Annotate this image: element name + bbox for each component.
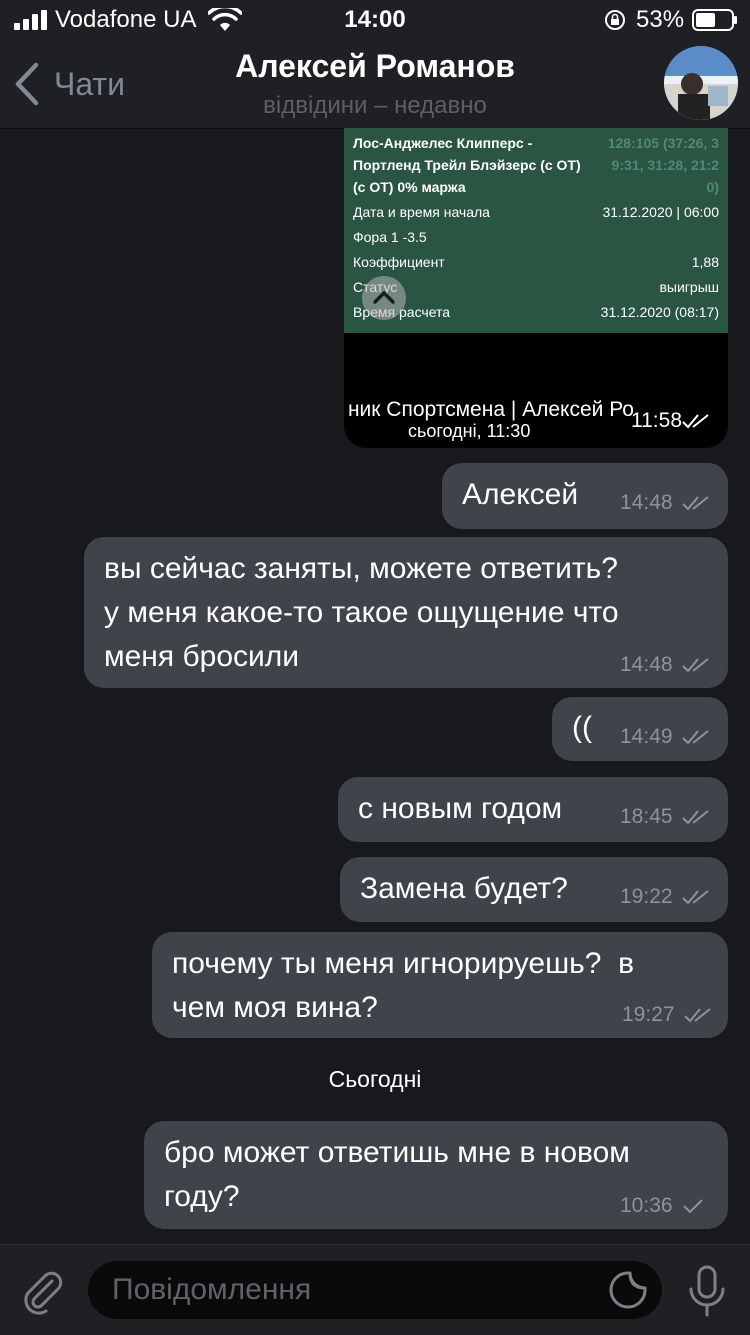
message-input-field[interactable] bbox=[88, 1261, 662, 1319]
collapse-button[interactable] bbox=[362, 276, 406, 320]
message-time: 10:36 bbox=[620, 1194, 673, 1217]
bet-row-label: Дата и время начала bbox=[353, 204, 490, 220]
last-seen-status: відвідини – недавно bbox=[263, 92, 487, 119]
media-message[interactable]: Лос-Анджелес Клипперс - Портленд Трейл Б… bbox=[344, 128, 728, 448]
message-time: 19:27 bbox=[622, 1003, 675, 1026]
message-text: Алексей bbox=[462, 478, 579, 511]
microphone-icon[interactable] bbox=[688, 1265, 726, 1319]
double-check-icon bbox=[682, 730, 709, 745]
message-bubble[interactable]: бро может ответишь мне в новом году? 10:… bbox=[144, 1121, 728, 1229]
date-separator: Сьогодні bbox=[328, 1066, 422, 1092]
message-text: (( bbox=[572, 711, 592, 744]
bet-row-value: 31.12.2020 | 06:00 bbox=[602, 204, 719, 220]
battery-percent: 53% bbox=[636, 6, 685, 33]
message-time: 14:49 bbox=[620, 725, 673, 748]
message-text: почему ты меня игнорируешь? в чем моя ви… bbox=[172, 947, 635, 1024]
message-bubble[interactable]: с новым годом 18:45 bbox=[338, 777, 728, 842]
status-bar: Vodafone UA 14:00 53% bbox=[0, 0, 750, 40]
avatar-image bbox=[664, 46, 738, 120]
double-check-icon bbox=[682, 658, 709, 673]
message-time: 18:45 bbox=[620, 805, 673, 828]
bet-row-value: 31.12.2020 (08:17) bbox=[600, 304, 719, 320]
collapse-icon bbox=[373, 291, 395, 304]
battery-icon bbox=[692, 9, 737, 31]
message-bubble[interactable]: вы сейчас заняты, можете ответить? у мен… bbox=[84, 537, 728, 688]
sticker-icon[interactable] bbox=[608, 1270, 648, 1310]
double-check-icon bbox=[682, 810, 709, 825]
message-text: с новым годом bbox=[358, 792, 563, 825]
composer bbox=[0, 1244, 750, 1335]
message-input[interactable] bbox=[110, 1269, 594, 1311]
message-bubble[interactable]: почему ты меня игнорируешь? в чем моя ви… bbox=[152, 932, 728, 1038]
chat-title[interactable]: Алексей Романов bbox=[0, 48, 750, 85]
bet-row-label: Коэффициент bbox=[353, 254, 445, 270]
double-check-icon bbox=[682, 890, 709, 905]
double-check-icon bbox=[684, 1008, 711, 1023]
orientation-lock-icon bbox=[605, 10, 625, 30]
message-bubble[interactable]: Замена будет? 19:22 bbox=[340, 857, 728, 922]
chat-header: Чати Алексей Романов відвідини – недавно bbox=[0, 40, 750, 129]
message-time: 11:58 bbox=[631, 409, 682, 432]
media-caption: ник Спортсмена | Алексей Ро bbox=[344, 398, 640, 422]
bet-row-value: 1,88 bbox=[691, 254, 719, 270]
message-text: Замена будет? bbox=[360, 872, 568, 905]
double-check-icon bbox=[682, 414, 709, 429]
avatar[interactable] bbox=[664, 46, 738, 120]
media-caption-text: ник Спортсмена | Алексей Ро bbox=[347, 398, 634, 421]
match-line: (с ОТ) 0% маржа bbox=[353, 179, 466, 195]
message-time: 14:48 bbox=[620, 653, 673, 676]
score-line: 0) bbox=[706, 179, 719, 195]
bet-row-value: выигрыш bbox=[659, 279, 719, 295]
score-line: 9:31, 31:28, 21:2 bbox=[611, 157, 719, 173]
score-line: 128:105 (37:26, 3 bbox=[607, 135, 719, 151]
match-line: Портленд Трейл Блэйзерс (с ОТ) bbox=[353, 157, 581, 173]
media-date: сьогодні, 11:30 bbox=[408, 421, 531, 441]
message-bubble[interactable]: Алексей 14:48 bbox=[442, 463, 728, 529]
message-text: бро может ответишь мне в новом году? bbox=[164, 1136, 630, 1213]
attach-icon[interactable] bbox=[18, 1267, 66, 1315]
message-text: вы сейчас заняты, можете ответить? у мен… bbox=[104, 552, 619, 673]
match-line: Лос-Анджелес Клипперс - bbox=[353, 135, 533, 151]
message-bubble[interactable]: (( 14:49 bbox=[552, 697, 728, 761]
message-time: 14:48 bbox=[620, 491, 673, 514]
single-check-icon bbox=[683, 1199, 703, 1214]
message-time: 19:22 bbox=[620, 885, 673, 908]
double-check-icon bbox=[682, 496, 709, 511]
bet-screenshot: Лос-Анджелес Клипперс - Портленд Трейл Б… bbox=[344, 128, 728, 333]
bet-row-label: Фора 1 -3.5 bbox=[353, 229, 427, 245]
